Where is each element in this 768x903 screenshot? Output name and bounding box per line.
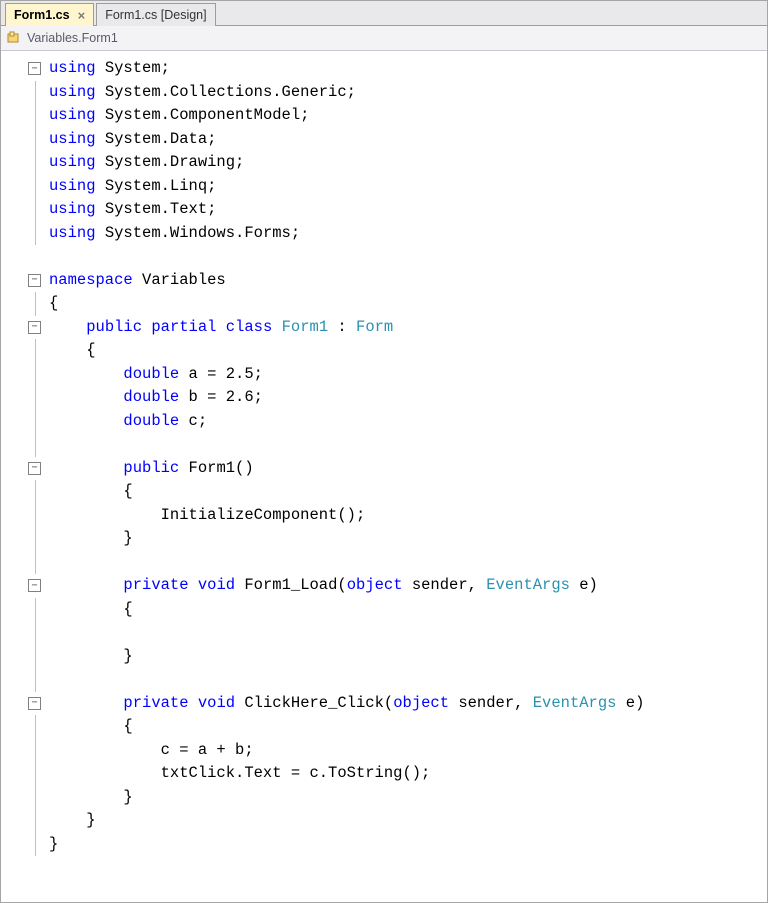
outline-toggle[interactable]: − bbox=[28, 579, 41, 592]
outline-line bbox=[35, 645, 36, 669]
outline-line bbox=[35, 715, 36, 739]
close-icon[interactable]: × bbox=[78, 9, 86, 22]
outline-line bbox=[35, 386, 36, 410]
outline-line bbox=[35, 175, 36, 199]
outline-toggle[interactable]: − bbox=[28, 274, 41, 287]
breadcrumb[interactable]: Variables.Form1 bbox=[27, 31, 118, 45]
outline-line bbox=[35, 480, 36, 504]
tab-label: Form1.cs bbox=[14, 8, 70, 22]
tab-form1-design[interactable]: Form1.cs [Design] bbox=[96, 3, 215, 26]
outline-toggle[interactable]: − bbox=[28, 321, 41, 334]
outline-line bbox=[35, 621, 36, 645]
outline-toggle[interactable]: − bbox=[28, 697, 41, 710]
outline-line bbox=[35, 128, 36, 152]
editor-window: Form1.cs × Form1.cs [Design] Variables.F… bbox=[0, 0, 768, 903]
code-editor[interactable]: using System; using System.Collections.G… bbox=[45, 51, 767, 903]
outline-line bbox=[35, 833, 36, 857]
outline-toggle[interactable]: − bbox=[28, 62, 41, 75]
outline-line bbox=[35, 551, 36, 575]
breadcrumb-bar: Variables.Form1 bbox=[1, 26, 767, 51]
outline-toggle[interactable]: − bbox=[28, 462, 41, 475]
outline-line bbox=[35, 786, 36, 810]
outline-line bbox=[35, 151, 36, 175]
outline-gutter: − − − − − − bbox=[1, 51, 45, 903]
outline-line bbox=[35, 222, 36, 246]
tab-bar: Form1.cs × Form1.cs [Design] bbox=[1, 1, 767, 26]
outline-line bbox=[35, 292, 36, 316]
class-icon bbox=[7, 31, 21, 45]
outline-line bbox=[35, 198, 36, 222]
outline-line bbox=[35, 739, 36, 763]
code-area: − − − − − − using System; using System.Collec… bbox=[1, 51, 767, 903]
outline-line bbox=[35, 433, 36, 457]
outline-line bbox=[35, 81, 36, 105]
outline-line bbox=[35, 410, 36, 434]
outline-line bbox=[35, 598, 36, 622]
outline-line bbox=[35, 809, 36, 833]
outline-line bbox=[35, 762, 36, 786]
tab-form1-cs[interactable]: Form1.cs × bbox=[5, 3, 94, 26]
source-code[interactable]: using System; using System.Collections.G… bbox=[49, 57, 767, 856]
tab-label: Form1.cs [Design] bbox=[105, 8, 206, 22]
outline-line bbox=[35, 339, 36, 363]
outline-line bbox=[35, 668, 36, 692]
outline-line bbox=[35, 363, 36, 387]
outline-line bbox=[35, 527, 36, 551]
outline-line bbox=[35, 504, 36, 528]
outline-line bbox=[35, 104, 36, 128]
